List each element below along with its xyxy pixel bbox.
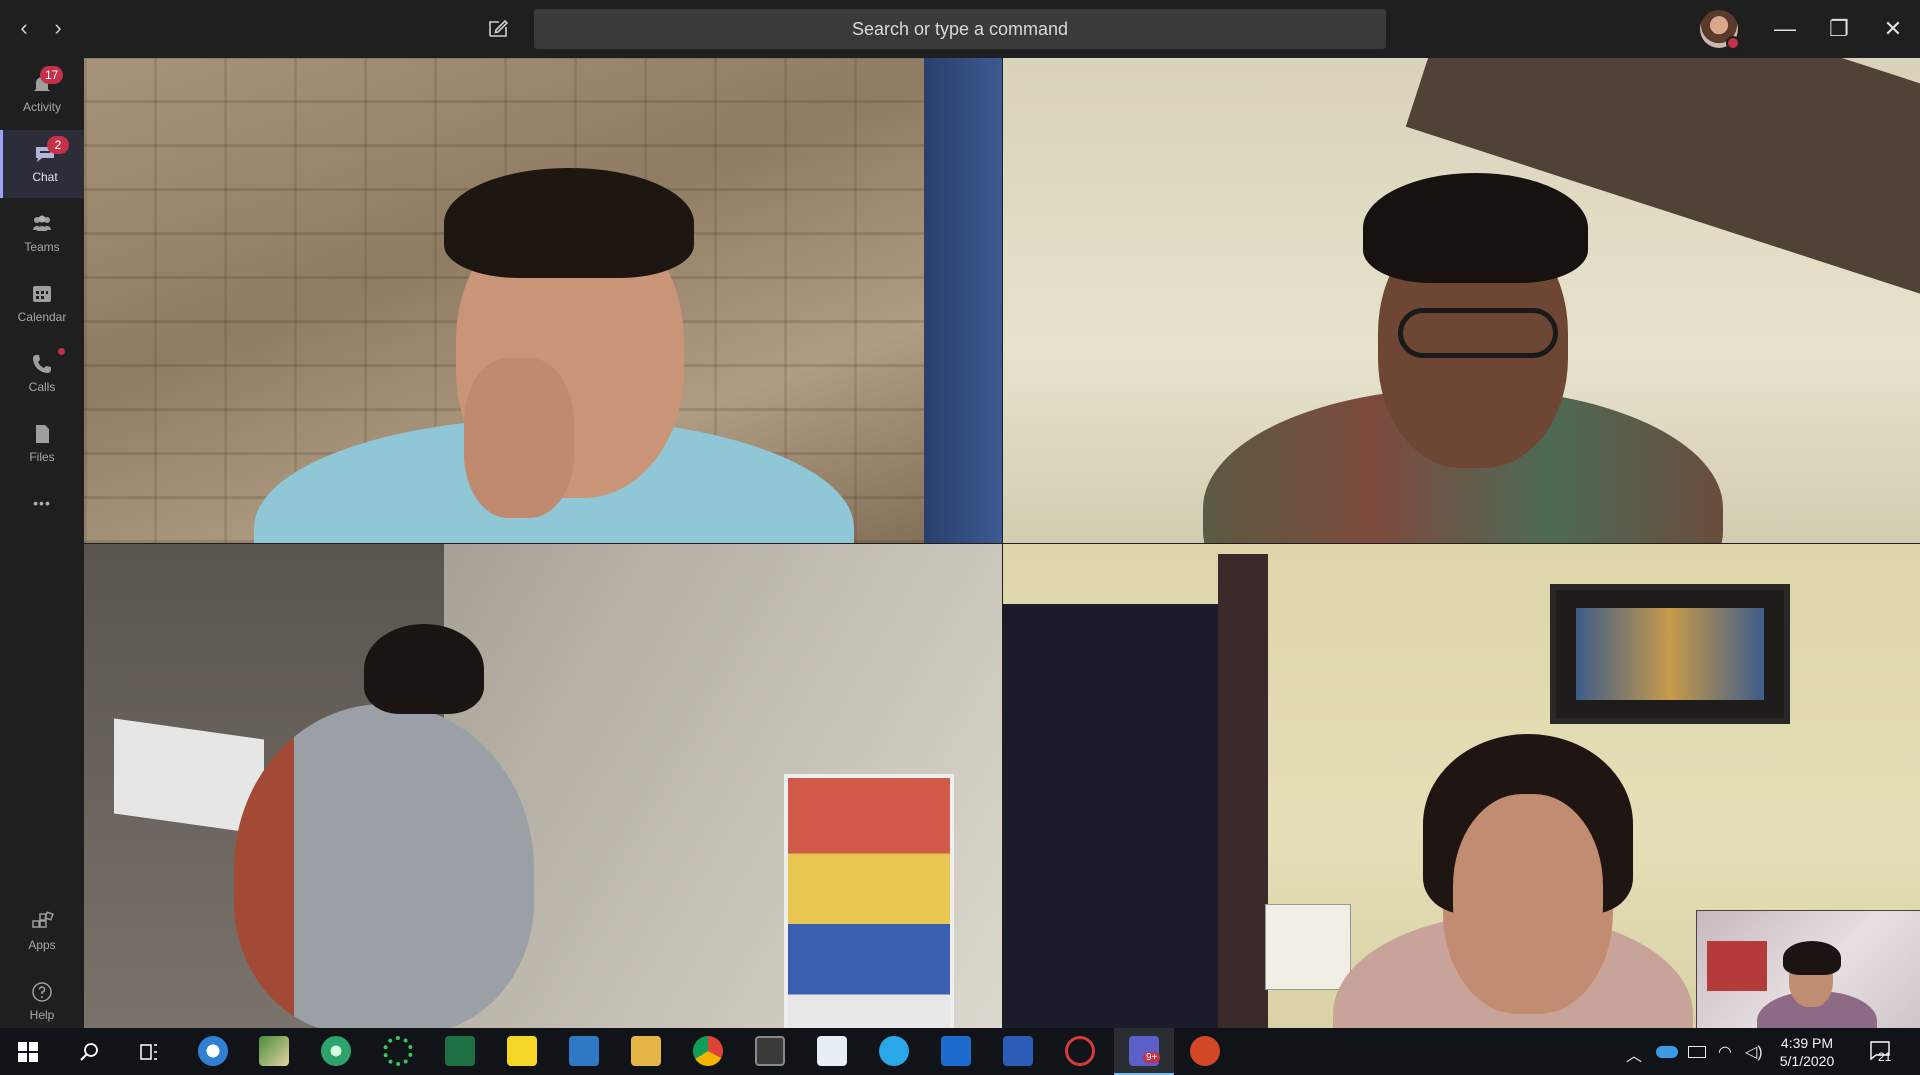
participant-video: [234, 704, 534, 1028]
help-icon: [32, 982, 52, 1002]
outlook-icon[interactable]: [941, 1036, 971, 1066]
participant-video: [444, 168, 694, 278]
app-bar: 17 Activity 2 Chat Teams Calendar Calls …: [0, 58, 84, 1028]
teams-icon: [33, 215, 51, 231]
participant-video: [1453, 794, 1603, 994]
participant-video: [1783, 941, 1841, 975]
skype-icon[interactable]: [879, 1036, 909, 1066]
search-icon[interactable]: [78, 1041, 100, 1063]
chrome-icon[interactable]: [693, 1036, 723, 1066]
windows-taskbar: 9+ ︿ ◠ ◁) 4:39 PM 5/1/2020 21: [0, 1028, 1920, 1075]
switch-board: [1265, 904, 1351, 990]
self-video-preview[interactable]: [1696, 910, 1920, 1028]
participant-video: [464, 358, 574, 518]
teams-taskbar-badge: 9+: [1143, 1052, 1161, 1063]
files-icon: [36, 425, 49, 443]
sync-icon[interactable]: [383, 1036, 413, 1066]
title-bar: ‹ › Search or type a command — ❐ ✕: [0, 0, 1920, 58]
wifi-icon[interactable]: ◠: [1718, 1042, 1732, 1062]
clock-time: 4:39 PM: [1780, 1035, 1834, 1051]
chevron-up-icon[interactable]: ︿: [1626, 1042, 1642, 1066]
wall-picture: [1550, 584, 1790, 724]
powerpoint-icon[interactable]: [1190, 1036, 1220, 1066]
calls-dot: [58, 348, 65, 355]
rail-label: Teams: [24, 240, 60, 254]
battery-icon[interactable]: [1688, 1046, 1706, 1058]
forward-button[interactable]: ›: [44, 14, 72, 42]
rail-label: Calls: [28, 380, 56, 394]
back-button[interactable]: ‹: [10, 14, 38, 42]
participant-video: [364, 624, 484, 714]
word-icon[interactable]: [1003, 1036, 1033, 1066]
video-background: [1707, 941, 1767, 991]
search-input[interactable]: Search or type a command: [534, 9, 1386, 49]
calendar-icon: [33, 286, 51, 302]
app-icon[interactable]: [259, 1036, 289, 1066]
rail-item-teams[interactable]: Teams: [0, 200, 84, 268]
restore-button[interactable]: ❐: [1822, 12, 1856, 46]
rail-label: Calendar: [17, 310, 67, 324]
rail-item-files[interactable]: Files: [0, 410, 84, 478]
windows-start-icon[interactable]: [18, 1042, 38, 1062]
volume-icon[interactable]: ◁): [1745, 1042, 1763, 1062]
activity-badge: 17: [40, 66, 64, 84]
phone-icon: [33, 355, 51, 373]
drawer-unit: [784, 774, 954, 1028]
rail-item-calls[interactable]: Calls: [0, 340, 84, 408]
minimize-button[interactable]: —: [1768, 12, 1802, 46]
file-explorer-icon[interactable]: [631, 1036, 661, 1066]
clock-date: 5/1/2020: [1779, 1053, 1835, 1069]
video-tile-participant-3[interactable]: [84, 544, 1002, 1028]
rail-label: Help: [29, 1008, 55, 1022]
apps-icon: [32, 911, 54, 928]
contacts-icon[interactable]: [569, 1036, 599, 1066]
rail-item-help[interactable]: Help: [0, 968, 84, 1036]
participant-video: [1398, 308, 1558, 358]
video-background: [1003, 604, 1243, 1028]
more-apps-icon[interactable]: •••: [0, 488, 84, 518]
notification-count: 21: [1878, 1050, 1892, 1064]
snipping-tool-icon[interactable]: [817, 1036, 847, 1066]
rail-label: Files: [29, 450, 55, 464]
rail-item-chat[interactable]: 2 Chat: [0, 130, 84, 198]
video-tile-participant-1[interactable]: [84, 58, 1002, 543]
curtain: [1218, 554, 1268, 1028]
task-view-icon[interactable]: [138, 1042, 160, 1062]
app-icon[interactable]: [1065, 1036, 1095, 1066]
rail-label: Chat: [32, 170, 58, 184]
system-clock[interactable]: 4:39 PM 5/1/2020: [1762, 1034, 1852, 1070]
compose-icon[interactable]: [486, 16, 510, 40]
chat-badge: 2: [47, 136, 69, 154]
video-background: [924, 58, 1002, 543]
video-tile-participant-2[interactable]: [1003, 58, 1920, 543]
rail-item-calendar[interactable]: Calendar: [0, 270, 84, 338]
terminal-icon[interactable]: [755, 1036, 785, 1066]
rail-item-apps[interactable]: Apps: [0, 898, 84, 966]
participant-video: [1363, 173, 1588, 283]
rail-label: Apps: [28, 938, 56, 952]
rail-label: Activity: [22, 100, 61, 114]
excel-icon[interactable]: [445, 1036, 475, 1066]
status-indicator: [1726, 36, 1740, 50]
close-button[interactable]: ✕: [1876, 12, 1910, 46]
sticky-notes-icon[interactable]: [507, 1036, 537, 1066]
onedrive-icon[interactable]: [1656, 1046, 1678, 1058]
rail-item-activity[interactable]: 17 Activity: [0, 60, 84, 128]
atom-icon[interactable]: [321, 1036, 351, 1066]
internet-explorer-icon[interactable]: [198, 1036, 228, 1066]
